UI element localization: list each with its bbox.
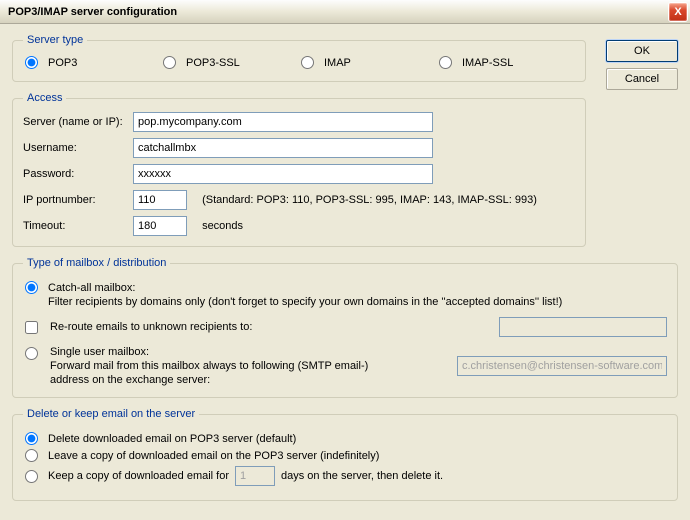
keep-days-suffix: days on the server, then delete it. bbox=[281, 470, 443, 482]
port-label: IP portnumber: bbox=[23, 194, 133, 206]
timeout-input[interactable] bbox=[133, 216, 187, 236]
single-user-desc: Forward mail from this mailbox always to… bbox=[50, 360, 368, 386]
server-type-pop3-label[interactable]: POP3 bbox=[48, 57, 77, 69]
keep-days-radio[interactable] bbox=[25, 470, 38, 483]
password-label: Password: bbox=[23, 168, 133, 180]
mailbox-type-legend: Type of mailbox / distribution bbox=[23, 257, 170, 269]
single-user-input[interactable] bbox=[457, 356, 667, 376]
dialog-content: OK Cancel Server type POP3 POP3-SSL IMAP… bbox=[0, 24, 690, 520]
server-type-pop3-radio[interactable] bbox=[25, 56, 38, 69]
side-buttons: OK Cancel bbox=[606, 40, 678, 90]
delete-radio[interactable] bbox=[25, 432, 38, 445]
window-title: POP3/IMAP server configuration bbox=[8, 6, 668, 18]
reroute-checkbox[interactable] bbox=[25, 321, 38, 334]
titlebar: POP3/IMAP server configuration X bbox=[0, 0, 690, 24]
password-input[interactable] bbox=[133, 164, 433, 184]
leave-copy-radio[interactable] bbox=[25, 449, 38, 462]
delete-keep-group: Delete or keep email on the server Delet… bbox=[12, 408, 678, 501]
single-user-radio[interactable] bbox=[25, 347, 38, 360]
server-type-legend: Server type bbox=[23, 34, 87, 46]
username-input[interactable] bbox=[133, 138, 433, 158]
keep-days-prefix[interactable]: Keep a copy of downloaded email for bbox=[48, 470, 229, 482]
reroute-label[interactable]: Re-route emails to unknown recipients to… bbox=[50, 321, 252, 333]
delete-keep-legend: Delete or keep email on the server bbox=[23, 408, 199, 420]
server-type-imap-label[interactable]: IMAP bbox=[324, 57, 351, 69]
port-hint: (Standard: POP3: 110, POP3-SSL: 995, IMA… bbox=[202, 194, 537, 206]
timeout-unit: seconds bbox=[202, 220, 243, 232]
leave-copy-label[interactable]: Leave a copy of downloaded email on the … bbox=[48, 450, 379, 462]
server-type-pop3ssl-radio[interactable] bbox=[163, 56, 176, 69]
reroute-input[interactable] bbox=[499, 317, 667, 337]
timeout-label: Timeout: bbox=[23, 220, 133, 232]
cancel-button[interactable]: Cancel bbox=[606, 68, 678, 90]
port-input[interactable] bbox=[133, 190, 187, 210]
username-label: Username: bbox=[23, 142, 133, 154]
catchall-desc: Filter recipients by domains only (don't… bbox=[48, 296, 562, 308]
server-input[interactable] bbox=[133, 112, 433, 132]
server-type-imapssl-label[interactable]: IMAP-SSL bbox=[462, 57, 513, 69]
single-user-title[interactable]: Single user mailbox: bbox=[50, 346, 149, 358]
server-type-group: Server type POP3 POP3-SSL IMAP IMAP-SSL bbox=[12, 34, 586, 82]
server-type-imap-radio[interactable] bbox=[301, 56, 314, 69]
ok-button[interactable]: OK bbox=[606, 40, 678, 62]
access-group: Access Server (name or IP): Username: Pa… bbox=[12, 92, 586, 247]
server-type-pop3ssl-label[interactable]: POP3-SSL bbox=[186, 57, 240, 69]
catchall-radio[interactable] bbox=[25, 281, 38, 294]
mailbox-type-group: Type of mailbox / distribution Catch-all… bbox=[12, 257, 678, 398]
access-legend: Access bbox=[23, 92, 66, 104]
close-button[interactable]: X bbox=[668, 2, 688, 22]
catchall-title[interactable]: Catch-all mailbox: bbox=[48, 282, 135, 294]
keep-days-input[interactable] bbox=[235, 466, 275, 486]
delete-label[interactable]: Delete downloaded email on POP3 server (… bbox=[48, 433, 296, 445]
server-type-imapssl-radio[interactable] bbox=[439, 56, 452, 69]
server-label: Server (name or IP): bbox=[23, 116, 133, 128]
